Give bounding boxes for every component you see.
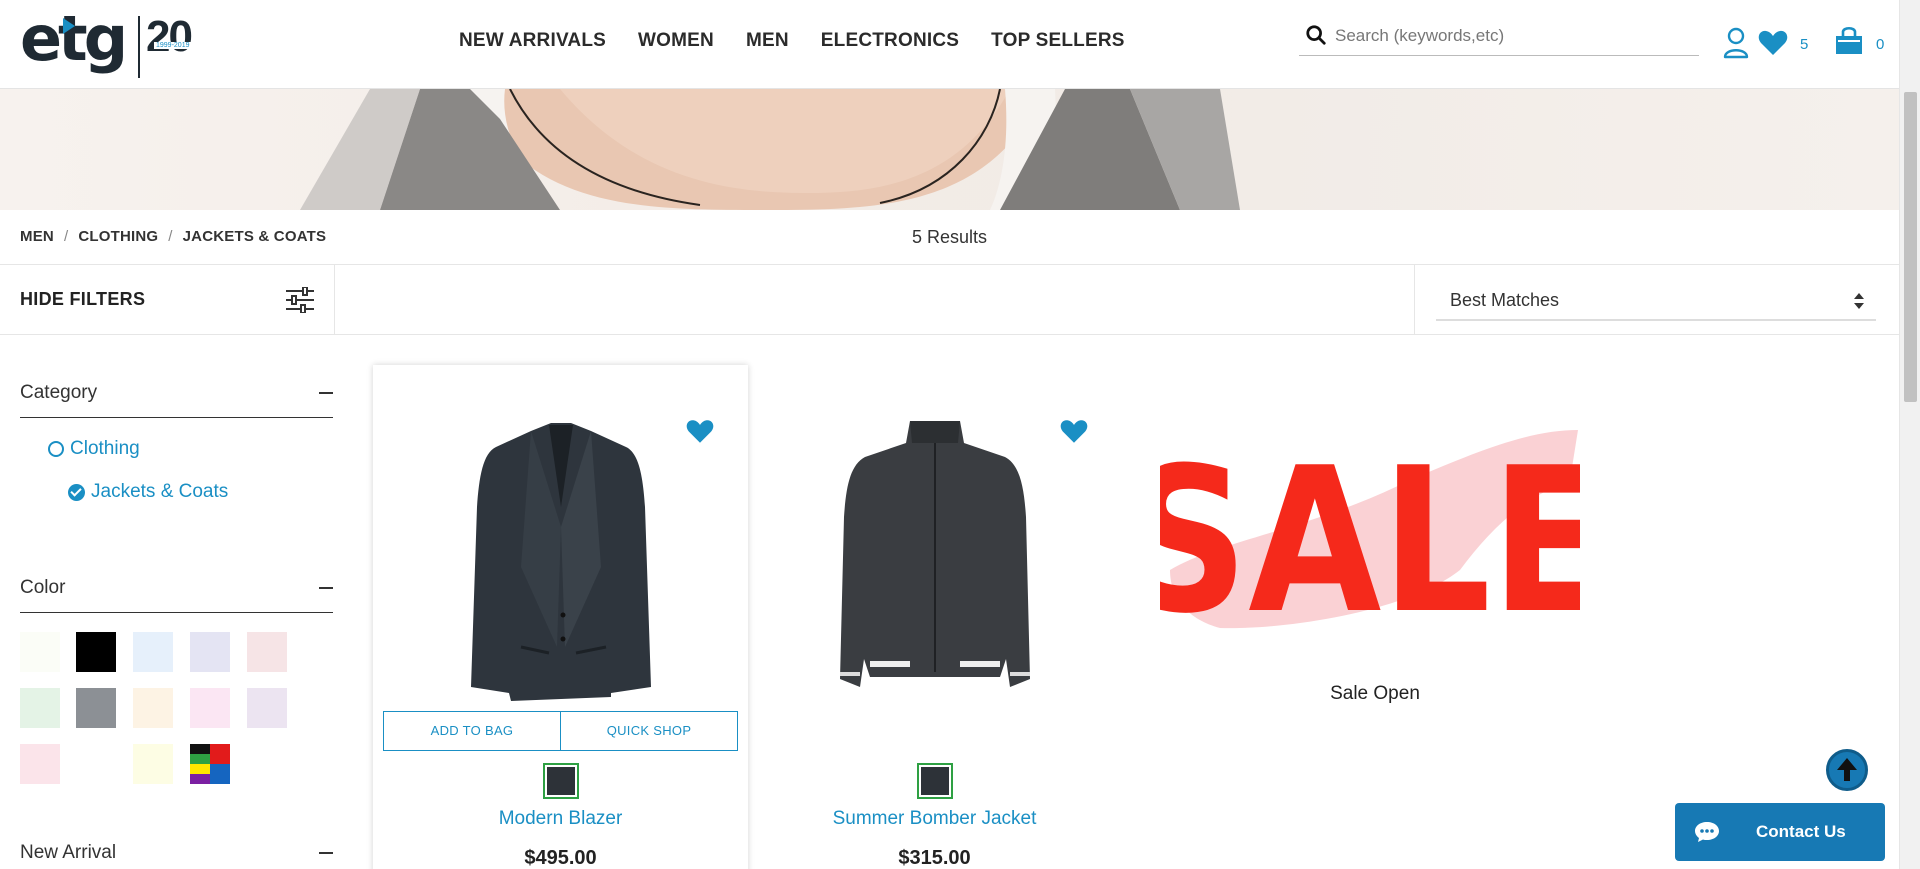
collapse-minus-icon[interactable]: [319, 392, 333, 394]
hero-model-image: [300, 89, 1240, 210]
sale-text: SALE: [1160, 425, 1580, 650]
collapse-minus-icon[interactable]: [319, 852, 333, 854]
color-facet-header[interactable]: Color: [20, 565, 333, 613]
logo-separator: [138, 16, 140, 78]
product-name[interactable]: Modern Blazer: [373, 808, 748, 830]
color-swatch[interactable]: [247, 632, 287, 672]
nav-women[interactable]: WOMEN: [638, 30, 714, 52]
nav-electronics[interactable]: ELECTRONICS: [821, 30, 959, 52]
bag-count: 0: [1876, 36, 1885, 53]
product-name[interactable]: Summer Bomber Jacket: [747, 808, 1122, 830]
wishlist-heart-icon[interactable]: [1060, 419, 1088, 444]
logo-years: 1999-2019: [154, 42, 192, 49]
sort-select[interactable]: Best Matches: [1436, 281, 1876, 321]
breadcrumb-separator: /: [168, 228, 173, 245]
search-bar: [1299, 18, 1699, 56]
color-variant-thumbnail[interactable]: [916, 763, 953, 799]
breadcrumb-jackets-coats[interactable]: JACKETS & COATS: [183, 228, 327, 245]
color-swatch[interactable]: [20, 688, 60, 728]
filter-sliders-icon: [286, 287, 314, 313]
results-count: 5 Results: [912, 227, 988, 247]
nav-top-sellers[interactable]: TOP SELLERS: [991, 30, 1124, 52]
collapse-minus-icon[interactable]: [319, 587, 333, 589]
color-swatch[interactable]: [20, 744, 60, 784]
wishlist-heart-icon[interactable]: [1758, 30, 1788, 56]
new-arrival-facet-header[interactable]: New Arrival: [20, 830, 333, 869]
sort-container: Best Matches: [1414, 265, 1899, 335]
hide-filters-label: HIDE FILTERS: [20, 289, 146, 309]
add-to-bag-button[interactable]: ADD TO BAG: [383, 711, 561, 751]
etg-logo[interactable]: etg 20 1999-2019: [20, 2, 195, 84]
category-facet-header[interactable]: Category: [20, 370, 333, 418]
product-card[interactable]: ADD TO BAG QUICK SHOP Modern Blazer $495…: [373, 365, 748, 869]
category-jackets-coats[interactable]: Jackets & Coats: [68, 481, 228, 503]
sort-arrows-icon: [1854, 293, 1864, 309]
search-icon[interactable]: [1305, 24, 1327, 46]
quick-shop-button[interactable]: QUICK SHOP: [561, 711, 738, 751]
logo-text: etg: [20, 2, 128, 75]
contact-us-button[interactable]: Contact Us: [1675, 803, 1885, 861]
radio-empty-icon: [48, 441, 64, 457]
sale-promo-graphic[interactable]: SALE: [1160, 420, 1580, 650]
hide-filters-button[interactable]: HIDE FILTERS: [0, 265, 335, 335]
category-facet-title: Category: [20, 382, 98, 403]
product-price: $315.00: [898, 847, 971, 869]
product-image-blazer[interactable]: [461, 417, 661, 707]
main-nav: NEW ARRIVALS WOMEN MEN ELECTRONICS TOP S…: [459, 30, 1157, 52]
chat-bubble-icon: [1695, 822, 1719, 842]
product-price: $495.00: [524, 847, 597, 869]
color-swatch[interactable]: [133, 688, 173, 728]
category-jackets-coats-label: Jackets & Coats: [91, 481, 229, 502]
category-clothing[interactable]: Clothing: [48, 438, 140, 460]
account-icon[interactable]: [1722, 26, 1750, 60]
category-clothing-label: Clothing: [70, 438, 140, 459]
product-image-bomber-jacket[interactable]: [830, 417, 1040, 707]
breadcrumb-men[interactable]: MEN: [20, 228, 54, 245]
color-swatch-black[interactable]: [76, 632, 116, 672]
product-actions: ADD TO BAG QUICK SHOP: [383, 711, 738, 751]
sale-caption: Sale Open: [1330, 683, 1420, 704]
site-header: etg 20 1999-2019 NEW ARRIVALS WOMEN MEN …: [0, 0, 1899, 89]
color-swatch-white[interactable]: [76, 744, 116, 784]
color-swatch-multicolor[interactable]: [190, 744, 230, 784]
arrow-up-icon: [1837, 758, 1857, 781]
scrollbar-thumb[interactable]: [1904, 92, 1917, 402]
color-swatch-gray[interactable]: [76, 688, 116, 728]
color-swatch[interactable]: [190, 688, 230, 728]
shopping-bag-icon[interactable]: [1834, 26, 1864, 56]
contact-us-label: Contact Us: [1756, 822, 1846, 841]
scroll-to-top-button[interactable]: [1826, 749, 1868, 791]
color-swatch[interactable]: [133, 632, 173, 672]
breadcrumb-row: MEN / CLOTHING / JACKETS & COATS 5 Results: [0, 210, 1899, 265]
color-swatch[interactable]: [20, 632, 60, 672]
logo-play-icon: [63, 18, 75, 34]
color-swatch[interactable]: [190, 632, 230, 672]
product-card[interactable]: Summer Bomber Jacket $315.00: [747, 365, 1122, 869]
breadcrumb-clothing[interactable]: CLOTHING: [78, 228, 158, 245]
breadcrumb: MEN / CLOTHING / JACKETS & COATS: [20, 228, 326, 245]
category-hero-banner: [0, 89, 1899, 210]
color-swatch[interactable]: [247, 688, 287, 728]
nav-men[interactable]: MEN: [746, 30, 789, 52]
page-scrollbar[interactable]: [1899, 0, 1920, 869]
color-swatch[interactable]: [133, 744, 173, 784]
search-input[interactable]: [1335, 22, 1685, 50]
color-facet-title: Color: [20, 577, 66, 598]
wishlist-heart-icon[interactable]: [686, 419, 714, 444]
page: etg 20 1999-2019 NEW ARRIVALS WOMEN MEN …: [0, 0, 1920, 869]
breadcrumb-separator: /: [63, 228, 69, 245]
color-variant-thumbnail[interactable]: [542, 763, 579, 799]
wishlist-count: 5: [1800, 36, 1809, 53]
filter-toolbar: HIDE FILTERS Best Matches: [0, 265, 1899, 335]
nav-new-arrivals[interactable]: NEW ARRIVALS: [459, 30, 606, 52]
check-circle-icon: [68, 483, 85, 501]
sort-selected-value: Best Matches: [1450, 290, 1560, 310]
logo-anniversary: 20: [146, 12, 193, 61]
new-arrival-facet-title: New Arrival: [20, 842, 117, 863]
